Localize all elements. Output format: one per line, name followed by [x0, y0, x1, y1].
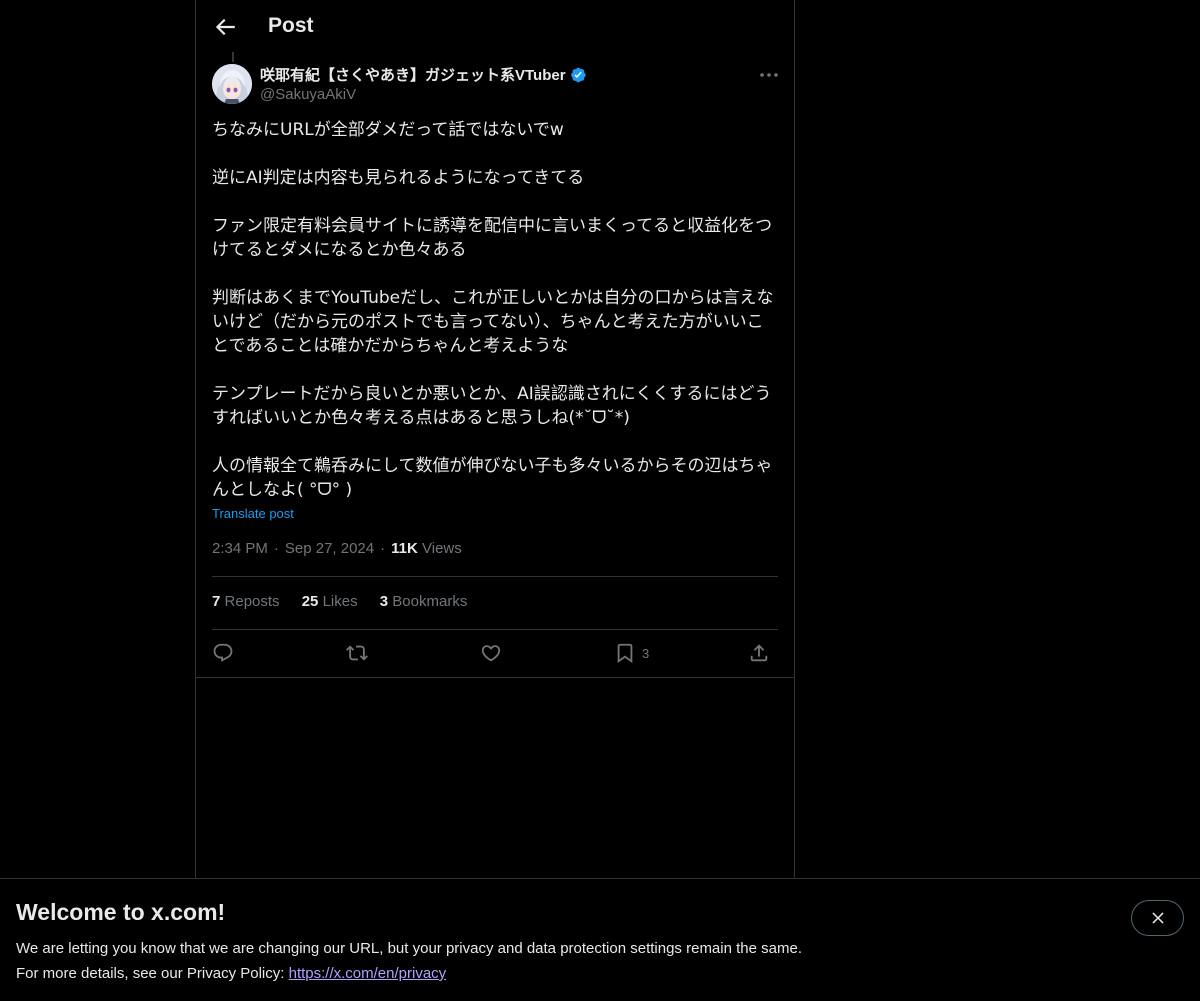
post-paragraph: 判断はあくまでYouTubeだし、これが正しいとかは自分の口からは言えないけど（… [212, 288, 774, 356]
divider [212, 629, 778, 630]
likes-stat[interactable]: 25 Likes [302, 593, 358, 610]
heart-icon [481, 645, 501, 662]
more-horizontal-icon [760, 73, 778, 77]
like-button[interactable] [480, 640, 502, 666]
views-count: 11K [391, 540, 418, 557]
action-bar: 3 [212, 640, 778, 666]
page-title: Post [268, 14, 314, 37]
post-paragraph: 逆にAI判定は内容も見られるようになってきてる [212, 168, 585, 188]
banner-line-1: We are letting you know that we are chan… [16, 940, 802, 957]
close-icon [1151, 912, 1164, 924]
banner-title: Welcome to x.com! [16, 899, 226, 925]
engagement-stats: 7 Reposts 25 Likes 3 Bookmarks [212, 593, 485, 610]
bookmarks-stat[interactable]: 3 Bookmarks [380, 593, 468, 610]
close-banner-button[interactable] [1131, 900, 1184, 936]
avatar-image [212, 64, 252, 104]
divider [196, 677, 794, 678]
post-time[interactable]: 2:34 PM [212, 540, 268, 557]
reposts-stat[interactable]: 7 Reposts [212, 593, 280, 610]
post-meta: 2:34 PM · Sep 27, 2024 · 11K Views [212, 540, 462, 557]
page-header: Post [196, 0, 794, 54]
repost-button[interactable] [346, 640, 368, 666]
arrow-left-icon [215, 18, 235, 36]
reply-icon [213, 643, 233, 662]
banner-text: We are letting you know that we are chan… [16, 936, 802, 986]
reply-button[interactable] [212, 640, 234, 666]
thread-line [232, 52, 234, 62]
back-button[interactable] [212, 14, 238, 40]
bookmark-count: 3 [642, 645, 650, 661]
bookmark-icon [617, 643, 633, 664]
privacy-policy-link[interactable]: https://x.com/en/privacy [289, 965, 447, 982]
post-text: ちなみにURLが全部ダメだって話ではないでw 逆にAI判定は内容も見られるように… [212, 118, 778, 502]
bookmark-button[interactable]: 3 [614, 640, 649, 666]
main-column: Post 咲耶有紀【さくやあき】ガジェット系VTuber @SakuyaAkiV [195, 0, 795, 878]
post-paragraph: テンプレートだから良いとか悪いとか、AI誤認識されにくくするにはどうすればいいと… [212, 384, 772, 428]
more-button[interactable] [758, 66, 780, 84]
post-paragraph: ちなみにURLが全部ダメだって話ではないでw [212, 120, 564, 140]
post-paragraph: 人の情報全て鵜呑みにして数値が伸びない子も多々いるからその辺はちゃんとしなよ( … [212, 456, 773, 500]
translate-post-link[interactable]: Translate post [212, 506, 294, 521]
views-label: Views [422, 540, 462, 557]
share-icon [750, 644, 768, 662]
repost-icon [346, 645, 368, 661]
author-row[interactable]: 咲耶有紀【さくやあき】ガジェット系VTuber [260, 64, 587, 85]
author-name[interactable]: 咲耶有紀【さくやあき】ガジェット系VTuber [260, 64, 566, 85]
divider [212, 576, 778, 577]
verified-badge-icon [570, 67, 586, 82]
post-paragraph: ファン限定有料会員サイトに誘導を配信中に言いまくってると収益化をつけてるとダメに… [212, 216, 773, 260]
author-handle[interactable]: @SakuyaAkiV [260, 86, 356, 103]
welcome-banner: Welcome to x.com! We are letting you kno… [0, 878, 1200, 1001]
avatar[interactable] [212, 64, 252, 104]
post-date[interactable]: Sep 27, 2024 [285, 540, 374, 557]
banner-line-2: For more details, see our Privacy Policy… [16, 965, 447, 982]
share-button[interactable] [748, 640, 770, 666]
